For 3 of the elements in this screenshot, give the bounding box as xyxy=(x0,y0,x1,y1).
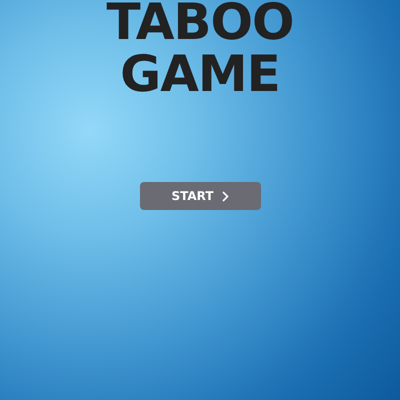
start-button[interactable]: START xyxy=(140,182,260,210)
chevron-right-icon xyxy=(222,190,229,202)
game-title: TABOO GAME xyxy=(105,0,295,100)
